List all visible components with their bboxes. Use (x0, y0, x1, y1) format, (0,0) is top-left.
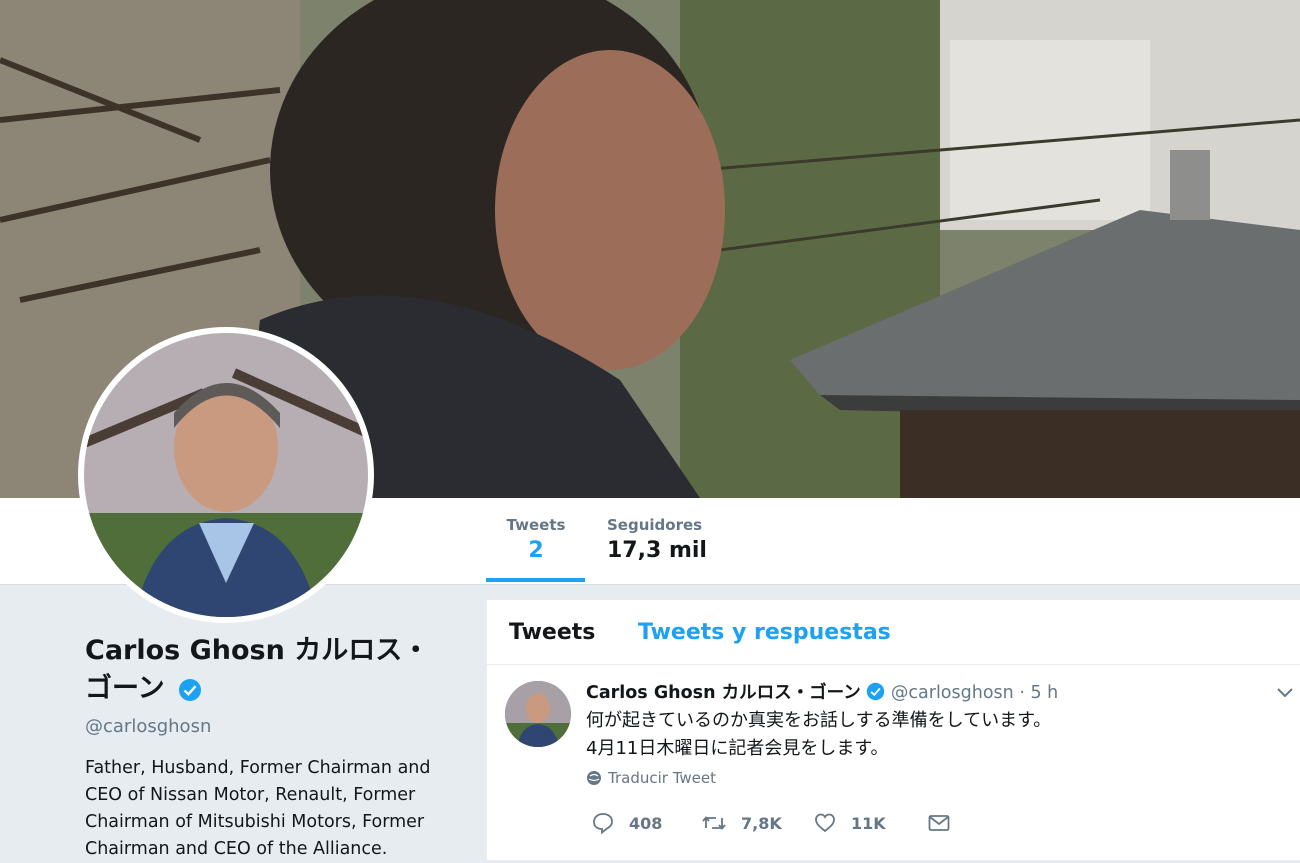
verified-badge-icon (867, 682, 885, 701)
tweet-item[interactable]: Carlos Ghosn カルロス・ゴーン @carlosghosn · 5 h… (487, 665, 1300, 861)
tweet-text: 何が起きているのか真実をお話しする準備をしています。 4月11日木曜日に記者会見… (586, 707, 1051, 763)
stat-tweets-label: Tweets (506, 516, 566, 534)
reply-icon (593, 813, 613, 835)
stat-followers-value: 17,3 mil (607, 538, 707, 563)
timeline: Tweets Tweets y respuestas Carlos Ghosn … (487, 600, 1300, 860)
translate-tweet-label: Traducir Tweet (608, 769, 716, 787)
stat-followers-label: Seguidores (607, 516, 703, 534)
timeline-tabs: Tweets Tweets y respuestas (487, 600, 1300, 665)
like-icon (815, 813, 835, 833)
tweet-avatar-photo (505, 681, 571, 747)
reply-count: 408 (629, 813, 663, 833)
profile-name: Carlos Ghosn カルロス・ゴーン (85, 635, 430, 704)
retweet-icon (702, 816, 726, 830)
stat-followers[interactable]: Seguidores 17,3 mil (607, 516, 707, 563)
tweet-timestamp[interactable]: 5 h (1030, 683, 1058, 703)
chevron-down-icon[interactable] (1274, 681, 1296, 703)
tweet-text-line: 4月11日木曜日に記者会見をします。 (586, 738, 889, 759)
tab-tweets-and-replies[interactable]: Tweets y respuestas (638, 620, 891, 645)
tweet-separator: · (1019, 683, 1025, 703)
profile-bio: Father, Husband, Former Chairman and CEO… (85, 758, 431, 859)
verified-badge-icon (179, 678, 202, 701)
translate-tweet-link[interactable]: Traducir Tweet (586, 769, 716, 787)
tweet-text-line: 何が起きているのか真実をお話しする準備をしています。 (586, 710, 1052, 731)
globe-icon (587, 771, 601, 785)
profile-card: Carlos Ghosn カルロス・ゴーン @carlosghosn Fathe… (85, 632, 445, 863)
retweet-count: 7,8K (741, 813, 782, 833)
stat-tweets[interactable]: Tweets 2 (486, 516, 586, 563)
tweet-author-name[interactable]: Carlos Ghosn カルロス・ゴーン (586, 683, 861, 703)
reply-button[interactable]: 408 (591, 811, 662, 835)
active-tab-indicator (486, 578, 585, 582)
avatar-photo (84, 333, 368, 617)
profile-avatar[interactable] (78, 327, 374, 623)
tweet-author-handle[interactable]: @carlosghosn (891, 683, 1014, 703)
tweet-header: Carlos Ghosn カルロス・ゴーン @carlosghosn · 5 h (586, 679, 1058, 704)
profile-handle: @carlosghosn (85, 716, 212, 737)
tab-tweets[interactable]: Tweets (509, 620, 595, 645)
retweet-button[interactable]: 7,8K (701, 811, 782, 835)
tweet-author-avatar[interactable] (505, 681, 571, 747)
profile-name-heading: Carlos Ghosn カルロス・ゴーン (85, 632, 445, 708)
direct-message-button[interactable] (927, 811, 951, 835)
like-button[interactable]: 11K (813, 811, 886, 835)
stat-tweets-value: 2 (528, 538, 544, 563)
like-count: 11K (851, 813, 886, 833)
direct-message-icon (928, 815, 950, 831)
